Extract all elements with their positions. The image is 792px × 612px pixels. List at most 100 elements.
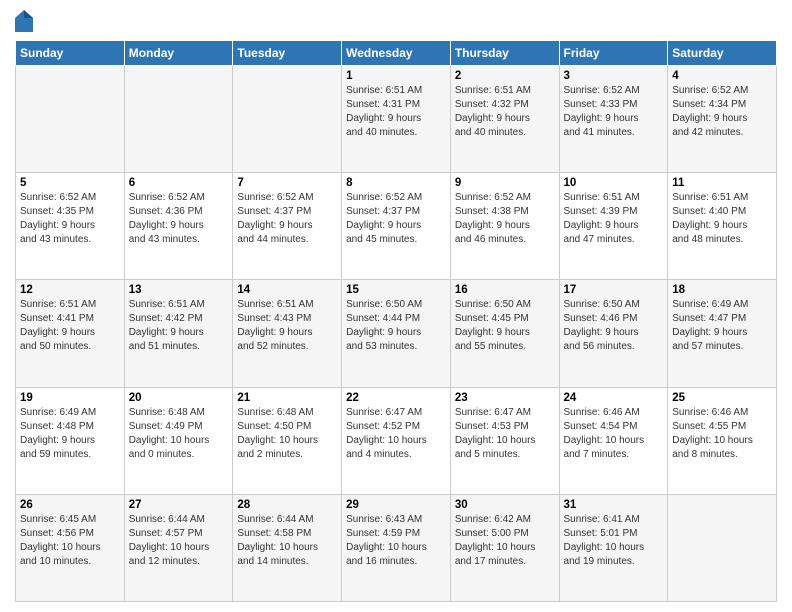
calendar-cell: 6 Sunrise: 6:52 AM Sunset: 4:36 PM Daylig… xyxy=(124,173,233,280)
weekday-header-wednesday: Wednesday xyxy=(342,41,451,66)
day-number: 23 xyxy=(455,392,555,404)
weekday-header-monday: Monday xyxy=(124,41,233,66)
logo xyxy=(15,10,37,32)
day-info: Sunrise: 6:48 AM Sunset: 4:50 PM Dayligh… xyxy=(237,406,337,462)
page: SundayMondayTuesdayWednesdayThursdayFrid… xyxy=(0,0,792,612)
calendar-cell: 1 Sunrise: 6:51 AM Sunset: 4:31 PM Daylig… xyxy=(342,66,451,173)
day-number: 10 xyxy=(564,177,664,189)
calendar-cell: 12 Sunrise: 6:51 AM Sunset: 4:41 PM Dayli… xyxy=(16,280,125,387)
calendar-cell: 8Sunrise: 6:52 AM Sunset: 4:37 PM Daylig… xyxy=(342,173,451,280)
day-number: 13 xyxy=(129,284,229,296)
header xyxy=(15,10,777,32)
day-number: 22 xyxy=(346,392,446,404)
calendar-cell: 7 Sunrise: 6:52 AM Sunset: 4:37 PM Daylig… xyxy=(233,173,342,280)
day-info: Sunrise: 6:46 AM Sunset: 4:55 PM Dayligh… xyxy=(672,406,772,462)
calendar-table: SundayMondayTuesdayWednesdayThursdayFrid… xyxy=(15,40,777,602)
day-number: 14 xyxy=(237,284,337,296)
weekday-header-saturday: Saturday xyxy=(668,41,777,66)
calendar-cell: 9 Sunrise: 6:52 AM Sunset: 4:38 PM Daylig… xyxy=(450,173,559,280)
day-number: 24 xyxy=(564,392,664,404)
calendar-cell: 26 Sunrise: 6:45 AM Sunset: 4:56 PM Dayli… xyxy=(16,494,125,601)
day-number: 1 xyxy=(346,70,446,82)
weekday-header-friday: Friday xyxy=(559,41,668,66)
calendar-cell: 3 Sunrise: 6:52 AM Sunset: 4:33 PM Daylig… xyxy=(559,66,668,173)
day-number: 7 xyxy=(237,177,337,189)
day-number: 27 xyxy=(129,499,229,511)
calendar-cell: 29 Sunrise: 6:43 AM Sunset: 4:59 PM Dayli… xyxy=(342,494,451,601)
day-info: Sunrise: 6:52 AM Sunset: 4:38 PM Dayligh… xyxy=(455,191,555,247)
day-info: Sunrise: 6:42 AM Sunset: 5:00 PM Dayligh… xyxy=(455,513,555,569)
day-number: 29 xyxy=(346,499,446,511)
calendar-cell: 28 Sunrise: 6:44 AM Sunset: 4:58 PM Dayli… xyxy=(233,494,342,601)
day-number: 3 xyxy=(564,70,664,82)
weekday-header-tuesday: Tuesday xyxy=(233,41,342,66)
day-info: Sunrise: 6:52 AM Sunset: 4:36 PM Dayligh… xyxy=(129,191,229,247)
day-info: Sunrise: 6:51 AM Sunset: 4:43 PM Dayligh… xyxy=(237,298,337,354)
calendar-cell: 22 Sunrise: 6:47 AM Sunset: 4:52 PM Dayli… xyxy=(342,387,451,494)
day-number: 30 xyxy=(455,499,555,511)
day-info: Sunrise: 6:52 AM Sunset: 4:35 PM Dayligh… xyxy=(20,191,120,247)
day-info: Sunrise: 6:49 AM Sunset: 4:47 PM Dayligh… xyxy=(672,298,772,354)
calendar-cell: 17 Sunrise: 6:50 AM Sunset: 4:46 PM Dayli… xyxy=(559,280,668,387)
day-info: Sunrise: 6:52 AM Sunset: 4:34 PM Dayligh… xyxy=(672,84,772,140)
weekday-header-sunday: Sunday xyxy=(16,41,125,66)
calendar-cell xyxy=(124,66,233,173)
day-number: 16 xyxy=(455,284,555,296)
day-info: Sunrise: 6:51 AM Sunset: 4:41 PM Dayligh… xyxy=(20,298,120,354)
day-number: 12 xyxy=(20,284,120,296)
calendar-cell: 13 Sunrise: 6:51 AM Sunset: 4:42 PM Dayli… xyxy=(124,280,233,387)
day-number: 18 xyxy=(672,284,772,296)
calendar-cell: 10 Sunrise: 6:51 AM Sunset: 4:39 PM Dayli… xyxy=(559,173,668,280)
day-info: Sunrise: 6:41 AM Sunset: 5:01 PM Dayligh… xyxy=(564,513,664,569)
logo-icon xyxy=(15,10,33,32)
day-info: Sunrise: 6:50 AM Sunset: 4:44 PM Dayligh… xyxy=(346,298,446,354)
day-info: Sunrise: 6:51 AM Sunset: 4:39 PM Dayligh… xyxy=(564,191,664,247)
day-number: 15 xyxy=(346,284,446,296)
calendar-cell: 25Sunrise: 6:46 AM Sunset: 4:55 PM Dayli… xyxy=(668,387,777,494)
day-info: Sunrise: 6:43 AM Sunset: 4:59 PM Dayligh… xyxy=(346,513,446,569)
day-number: 9 xyxy=(455,177,555,189)
day-number: 20 xyxy=(129,392,229,404)
day-info: Sunrise: 6:47 AM Sunset: 4:53 PM Dayligh… xyxy=(455,406,555,462)
calendar-cell: 15 Sunrise: 6:50 AM Sunset: 4:44 PM Dayli… xyxy=(342,280,451,387)
day-number: 31 xyxy=(564,499,664,511)
day-info: Sunrise: 6:45 AM Sunset: 4:56 PM Dayligh… xyxy=(20,513,120,569)
calendar-cell xyxy=(16,66,125,173)
calendar-cell: 14 Sunrise: 6:51 AM Sunset: 4:43 PM Dayli… xyxy=(233,280,342,387)
day-info: Sunrise: 6:50 AM Sunset: 4:45 PM Dayligh… xyxy=(455,298,555,354)
calendar-cell xyxy=(668,494,777,601)
day-number: 11 xyxy=(672,177,772,189)
calendar-cell: 20 Sunrise: 6:48 AM Sunset: 4:49 PM Dayli… xyxy=(124,387,233,494)
day-info: Sunrise: 6:52 AM Sunset: 4:33 PM Dayligh… xyxy=(564,84,664,140)
day-number: 19 xyxy=(20,392,120,404)
calendar-cell: 23 Sunrise: 6:47 AM Sunset: 4:53 PM Dayli… xyxy=(450,387,559,494)
calendar-cell: 30 Sunrise: 6:42 AM Sunset: 5:00 PM Dayli… xyxy=(450,494,559,601)
day-info: Sunrise: 6:50 AM Sunset: 4:46 PM Dayligh… xyxy=(564,298,664,354)
calendar-cell xyxy=(233,66,342,173)
day-number: 26 xyxy=(20,499,120,511)
calendar-cell: 24Sunrise: 6:46 AM Sunset: 4:54 PM Dayli… xyxy=(559,387,668,494)
day-number: 21 xyxy=(237,392,337,404)
calendar-cell: 2Sunrise: 6:51 AM Sunset: 4:32 PM Daylig… xyxy=(450,66,559,173)
day-info: Sunrise: 6:51 AM Sunset: 4:42 PM Dayligh… xyxy=(129,298,229,354)
day-info: Sunrise: 6:51 AM Sunset: 4:32 PM Dayligh… xyxy=(455,84,555,140)
weekday-header-thursday: Thursday xyxy=(450,41,559,66)
day-info: Sunrise: 6:48 AM Sunset: 4:49 PM Dayligh… xyxy=(129,406,229,462)
calendar-cell: 27Sunrise: 6:44 AM Sunset: 4:57 PM Dayli… xyxy=(124,494,233,601)
day-number: 8 xyxy=(346,177,446,189)
day-info: Sunrise: 6:47 AM Sunset: 4:52 PM Dayligh… xyxy=(346,406,446,462)
day-number: 4 xyxy=(672,70,772,82)
calendar-cell: 11 Sunrise: 6:51 AM Sunset: 4:40 PM Dayli… xyxy=(668,173,777,280)
day-info: Sunrise: 6:51 AM Sunset: 4:31 PM Dayligh… xyxy=(346,84,446,140)
day-info: Sunrise: 6:52 AM Sunset: 4:37 PM Dayligh… xyxy=(237,191,337,247)
day-number: 17 xyxy=(564,284,664,296)
day-number: 5 xyxy=(20,177,120,189)
calendar-cell: 19 Sunrise: 6:49 AM Sunset: 4:48 PM Dayli… xyxy=(16,387,125,494)
day-info: Sunrise: 6:44 AM Sunset: 4:58 PM Dayligh… xyxy=(237,513,337,569)
day-number: 28 xyxy=(237,499,337,511)
day-info: Sunrise: 6:51 AM Sunset: 4:40 PM Dayligh… xyxy=(672,191,772,247)
calendar-cell: 18 Sunrise: 6:49 AM Sunset: 4:47 PM Dayli… xyxy=(668,280,777,387)
day-number: 6 xyxy=(129,177,229,189)
calendar-cell: 21 Sunrise: 6:48 AM Sunset: 4:50 PM Dayli… xyxy=(233,387,342,494)
day-info: Sunrise: 6:49 AM Sunset: 4:48 PM Dayligh… xyxy=(20,406,120,462)
